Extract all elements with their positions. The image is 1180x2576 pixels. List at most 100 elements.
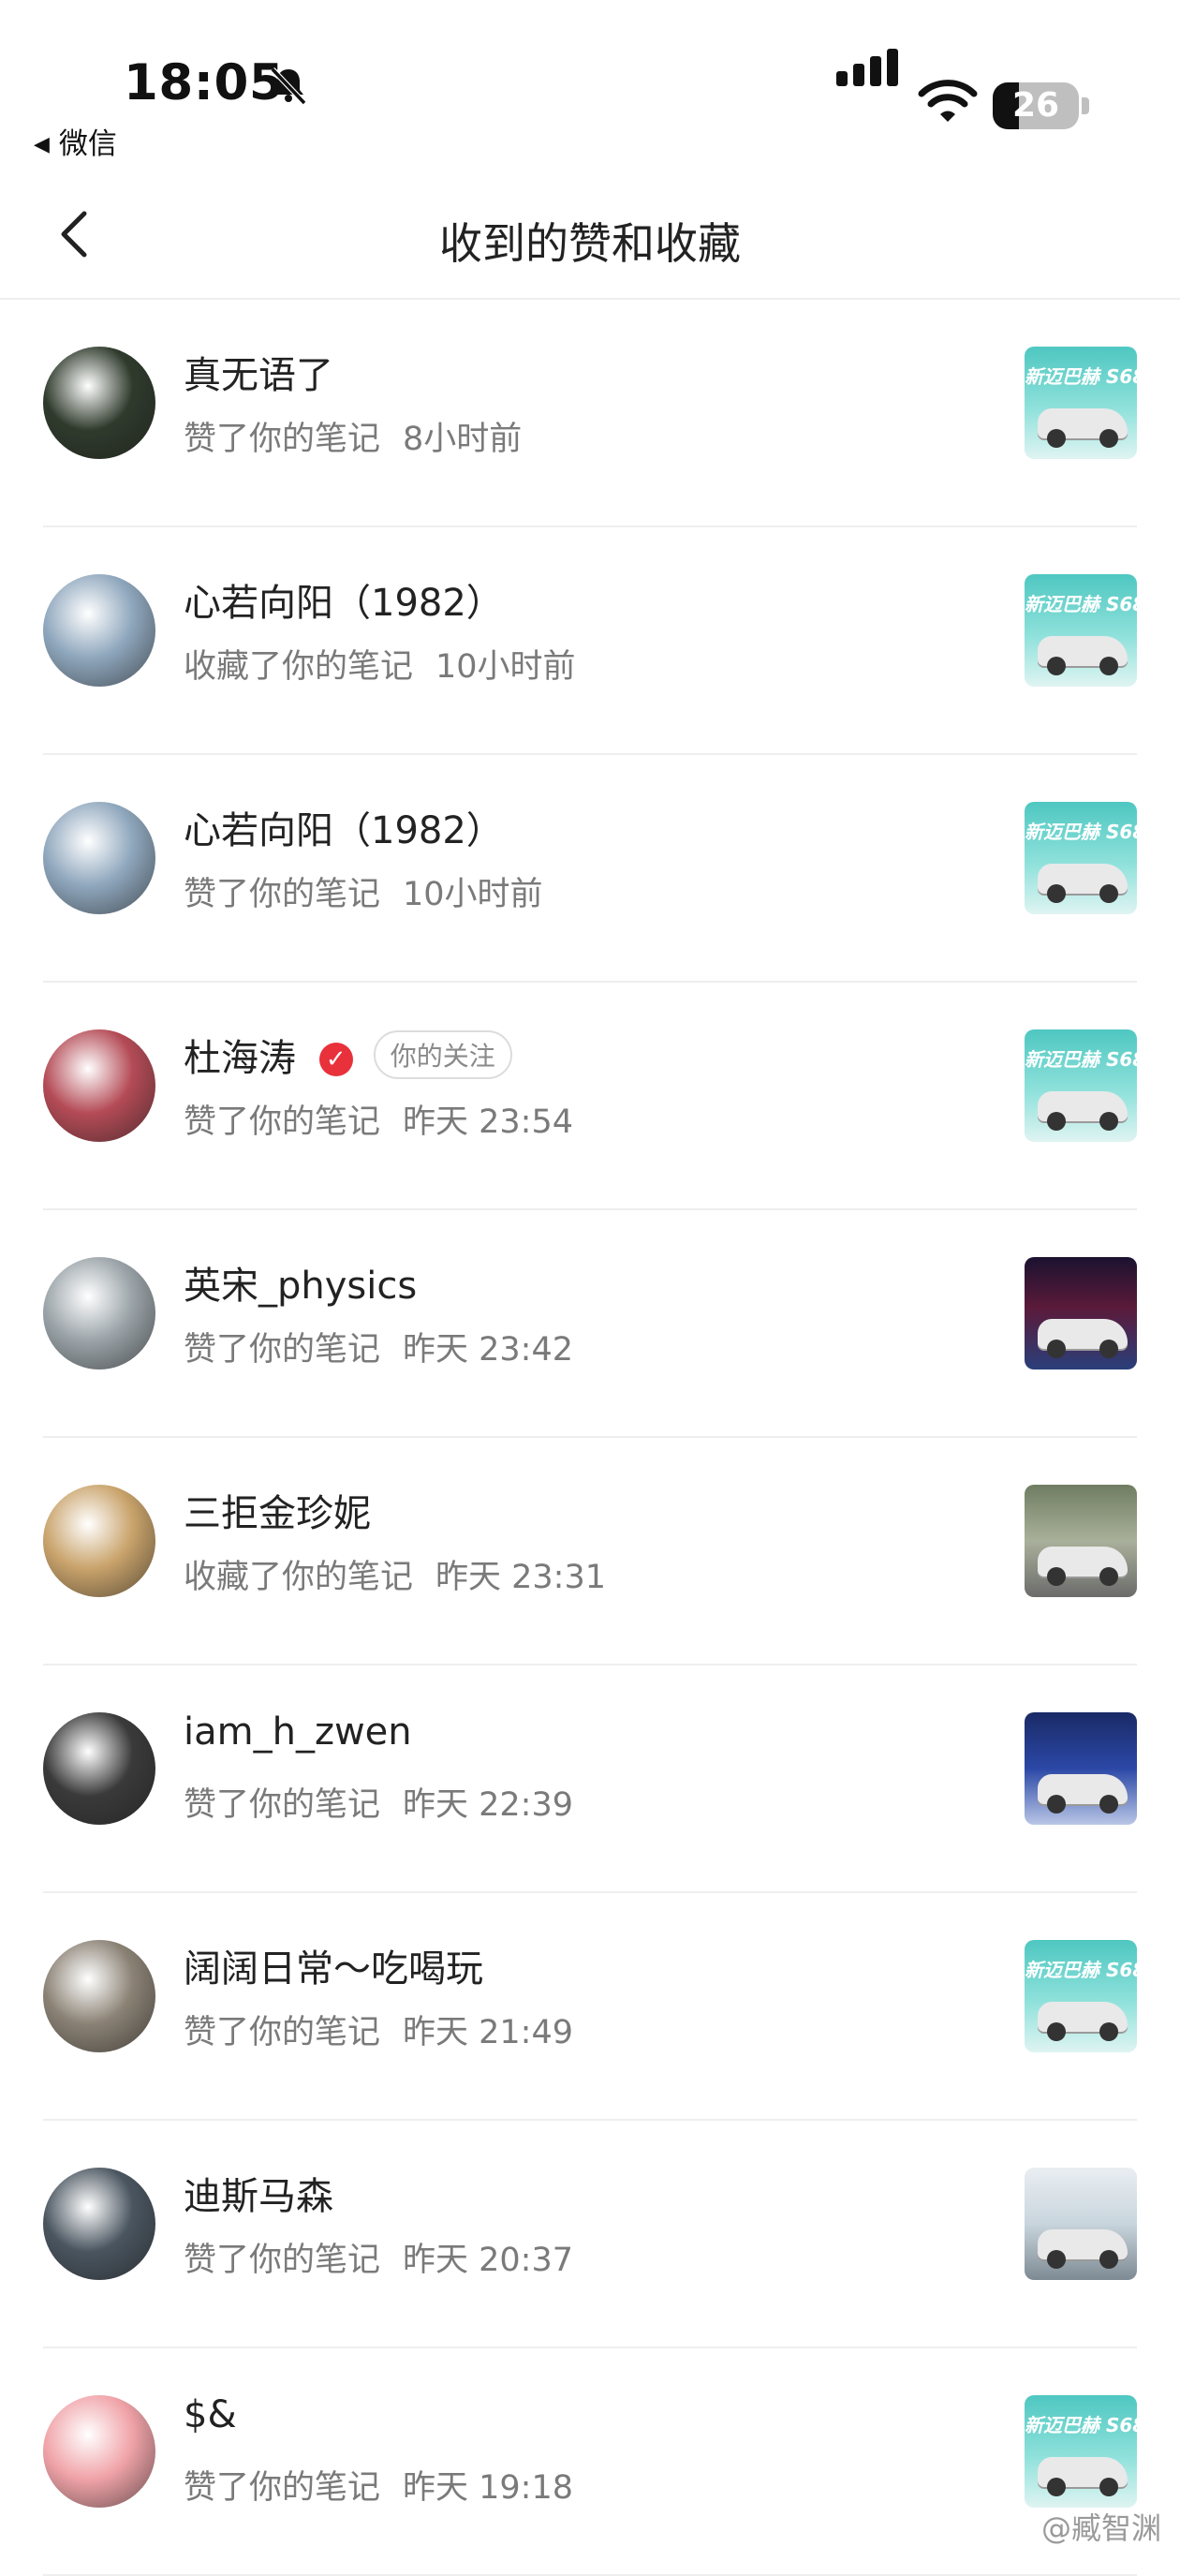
timestamp: 昨天 21:49 [403, 2014, 574, 2051]
back-to-app-link[interactable]: ◀ 微信 [34, 120, 117, 162]
activity-line: 赞了你的笔记 昨天 23:42 [184, 1323, 573, 1370]
action-text: 赞了你的笔记 [184, 1103, 381, 1141]
list-item[interactable]: 心若向阳（1982） 赞了你的笔记 10小时前 新迈巴赫 S68 [43, 755, 1137, 983]
notification-list: 真无语了 赞了你的笔记 8小时前 新迈巴赫 S68 心若向阳（1982） 收藏了你… [0, 300, 1180, 2576]
note-thumbnail[interactable]: 新迈巴赫 S68 [1025, 574, 1137, 687]
note-thumbnail[interactable] [1025, 1257, 1137, 1369]
bell-muted-icon [270, 67, 307, 106]
action-text: 赞了你的笔记 [184, 876, 381, 913]
user-name-line: 英宋_physics [184, 1255, 417, 1310]
avatar[interactable] [43, 802, 155, 914]
note-thumbnail[interactable]: 新迈巴赫 S68 [1025, 2395, 1137, 2508]
avatar[interactable] [43, 1257, 155, 1369]
timestamp: 昨天 22:39 [403, 1786, 574, 1824]
thumbnail-title: 新迈巴赫 S68 [1025, 1959, 1137, 1981]
list-item[interactable]: iam_h_zwen 赞了你的笔记 昨天 22:39 [43, 1666, 1137, 1893]
wheel-shape [1047, 657, 1066, 675]
wheel-shape [1099, 1112, 1118, 1131]
note-thumbnail[interactable]: 新迈巴赫 S68 [1025, 802, 1137, 914]
thumbnail-title: 新迈巴赫 S68 [1025, 821, 1137, 843]
user-name[interactable]: 英宋_physics [184, 1265, 417, 1308]
timestamp: 昨天 23:42 [403, 1331, 574, 1369]
timestamp: 昨天 20:37 [403, 2242, 574, 2279]
list-item[interactable]: 杜海涛 ✓ 你的关注 赞了你的笔记 昨天 23:54 新迈巴赫 S68 [43, 983, 1137, 1210]
user-name[interactable]: $& [184, 2393, 237, 2436]
list-item[interactable]: 迪斯马森 赞了你的笔记 昨天 20:37 [43, 2121, 1137, 2348]
user-name[interactable]: 迪斯马森 [184, 2175, 333, 2218]
avatar[interactable] [43, 2168, 155, 2280]
wheel-shape [1047, 1795, 1066, 1814]
user-name-line: 迪斯马森 [184, 2166, 333, 2220]
timestamp: 昨天 19:18 [403, 2469, 574, 2507]
status-time: 18:05 [124, 54, 285, 111]
note-thumbnail[interactable] [1025, 1712, 1137, 1825]
note-thumbnail[interactable] [1025, 2168, 1137, 2280]
watermark: @臧智渊 [1040, 2510, 1161, 2546]
wheel-shape [1099, 429, 1118, 448]
user-name[interactable]: 阔阔日常～吃喝玩 [184, 1947, 483, 1991]
user-name-line: 阔阔日常～吃喝玩 [184, 1938, 483, 1992]
list-item[interactable]: 心若向阳（1982） 收藏了你的笔记 10小时前 新迈巴赫 S68 [43, 527, 1137, 755]
wheel-shape [1047, 2478, 1066, 2496]
wheel-shape [1047, 1112, 1066, 1131]
user-name-line: 心若向阳（1982） [184, 800, 504, 854]
action-text: 赞了你的笔记 [184, 2242, 381, 2279]
page-title: 收到的赞和收藏 [439, 218, 741, 269]
activity-line: 赞了你的笔记 10小时前 [184, 867, 543, 915]
activity-line: 赞了你的笔记 昨天 19:18 [184, 2461, 573, 2509]
user-name[interactable]: iam_h_zwen [184, 1710, 412, 1754]
user-name[interactable]: 三拒金珍妮 [184, 1492, 371, 1535]
avatar[interactable] [43, 1712, 155, 1825]
timestamp: 昨天 23:54 [403, 1103, 574, 1141]
user-name-line: 真无语了 [184, 345, 333, 399]
timestamp: 10小时前 [435, 648, 576, 686]
avatar[interactable] [43, 1485, 155, 1597]
user-name[interactable]: 心若向阳（1982） [184, 809, 504, 852]
timestamp: 10小时前 [403, 876, 543, 913]
user-name[interactable]: 真无语了 [184, 354, 333, 397]
wheel-shape [1047, 429, 1066, 448]
wheel-shape [1047, 2250, 1066, 2269]
user-name-line: 三拒金珍妮 [184, 1483, 371, 1537]
action-text: 赞了你的笔记 [184, 1331, 381, 1369]
wheel-shape [1099, 884, 1118, 903]
back-triangle-icon: ◀ [34, 133, 50, 156]
note-thumbnail[interactable] [1025, 1485, 1137, 1597]
thumbnail-title: 新迈巴赫 S68 [1025, 365, 1137, 388]
user-name[interactable]: 心若向阳（1982） [184, 582, 504, 625]
avatar[interactable] [43, 347, 155, 459]
activity-line: 赞了你的笔记 昨天 22:39 [184, 1778, 573, 1826]
avatar[interactable] [43, 1029, 155, 1142]
verified-badge-icon: ✓ [318, 1043, 353, 1076]
thumbnail-title: 新迈巴赫 S68 [1025, 2414, 1137, 2436]
wheel-shape [1099, 2250, 1118, 2269]
wifi-icon [918, 80, 978, 122]
list-item[interactable]: 阔阔日常～吃喝玩 赞了你的笔记 昨天 21:49 新迈巴赫 S68 [43, 1893, 1137, 2121]
user-name-line: 心若向阳（1982） [184, 572, 504, 627]
thumbnail-title: 新迈巴赫 S68 [1025, 1048, 1137, 1071]
back-app-label: 微信 [58, 127, 117, 161]
following-tag: 你的关注 [373, 1030, 512, 1079]
action-text: 收藏了你的笔记 [184, 1559, 414, 1596]
list-item[interactable]: 英宋_physics 赞了你的笔记 昨天 23:42 [43, 1210, 1137, 1438]
thumbnail-title: 新迈巴赫 S68 [1025, 593, 1137, 615]
list-item[interactable]: 三拒金珍妮 收藏了你的笔记 昨天 23:31 [43, 1438, 1137, 1666]
activity-line: 赞了你的笔记 昨天 23:54 [184, 1095, 573, 1143]
timestamp: 8小时前 [403, 421, 523, 458]
avatar[interactable] [43, 1940, 155, 2052]
note-thumbnail[interactable]: 新迈巴赫 S68 [1025, 347, 1137, 459]
note-thumbnail[interactable]: 新迈巴赫 S68 [1025, 1029, 1137, 1142]
user-name-line: 杜海涛 ✓ 你的关注 [184, 1028, 512, 1082]
wheel-shape [1099, 2478, 1118, 2496]
note-thumbnail[interactable]: 新迈巴赫 S68 [1025, 1940, 1137, 2052]
user-name-line: iam_h_zwen [184, 1710, 412, 1754]
avatar[interactable] [43, 574, 155, 687]
user-name[interactable]: 杜海涛 [184, 1037, 296, 1080]
list-item[interactable]: $& 赞了你的笔记 昨天 19:18 新迈巴赫 S68 [43, 2348, 1137, 2576]
list-item[interactable]: 真无语了 赞了你的笔记 8小时前 新迈巴赫 S68 [43, 300, 1137, 527]
battery-icon: 26 [993, 82, 1079, 129]
action-text: 赞了你的笔记 [184, 1786, 381, 1824]
avatar[interactable] [43, 2395, 155, 2508]
wheel-shape [1047, 884, 1066, 903]
wheel-shape [1047, 1340, 1066, 1358]
